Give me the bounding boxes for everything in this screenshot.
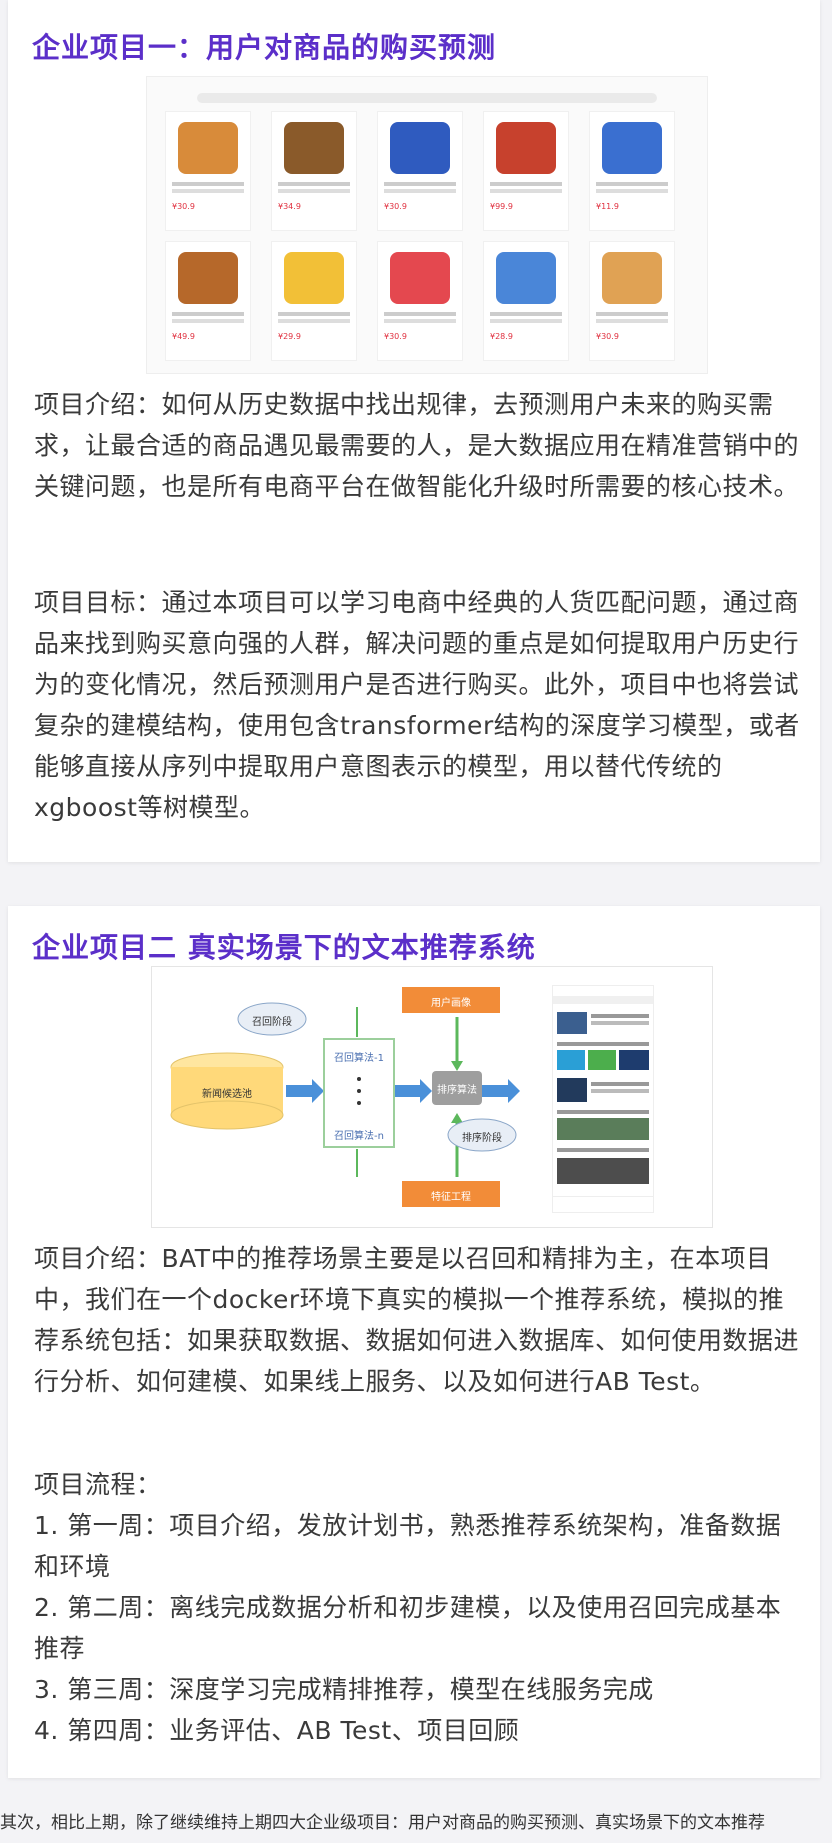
product-image: [178, 122, 238, 174]
news-text-2: [557, 1042, 649, 1046]
product-price: ¥30.9: [172, 202, 195, 211]
project-two-intro: 项目介绍：BAT中的推荐场景主要是以召回和精排为主，在本项目中，我们在一个doc…: [34, 1244, 800, 1396]
product-price: ¥30.9: [596, 332, 619, 341]
flow-step-3: 3. 第三周：深度学习完成精排推荐，模型在线服务完成: [34, 1675, 654, 1704]
product-image: [496, 252, 556, 304]
news-thumb-2: [557, 1050, 585, 1070]
product-card: ¥49.9: [165, 241, 251, 361]
rank-stage-label: 排序阶段: [462, 1133, 502, 1144]
rank-algo-label: 排序算法: [437, 1085, 477, 1096]
project-one-intro: 项目介绍：如何从历史数据中找出规律，去预测用户未来的购买需求，让最合适的商品遇见…: [34, 390, 800, 501]
news-thumb-4: [619, 1050, 649, 1070]
recommendation-system-diagram: 用户画像 召回阶段 新闻候选池 召回算法-1 召回算法-n 排序算法 排序阶段 …: [151, 966, 713, 1228]
project-one-goal: 项目目标：通过本项目可以学习电商中经典的人货匹配问题，通过商品来找到购买意向强的…: [34, 588, 800, 822]
project-two-card: 企业项目二 真实场景下的文本推荐系统 用户画像 召回阶段 新闻候选池 召回算法-…: [8, 906, 820, 1778]
phone-tab-bar: [553, 996, 653, 1004]
product-price: ¥29.9: [278, 332, 301, 341]
product-price: ¥34.9: [278, 202, 301, 211]
product-card: ¥99.9: [483, 111, 569, 231]
product-card: ¥30.9: [377, 241, 463, 361]
product-caption: [384, 312, 456, 316]
news-thumb-6: [557, 1118, 649, 1140]
product-card: ¥30.9: [165, 111, 251, 231]
product-caption: [490, 312, 562, 316]
news-pool-label: 新闻候选池: [202, 1089, 252, 1100]
product-card: ¥34.9: [271, 111, 357, 231]
product-image: [602, 252, 662, 304]
news-thumb-1: [557, 1012, 587, 1034]
product-image: [284, 252, 344, 304]
product-image: [390, 252, 450, 304]
product-caption: [384, 182, 456, 186]
product-caption: [278, 312, 350, 316]
product-card: ¥30.9: [589, 241, 675, 361]
product-price: ¥99.9: [490, 202, 513, 211]
product-caption: [596, 182, 668, 186]
product-image: [284, 122, 344, 174]
product-caption: [172, 312, 244, 316]
project-one-title: 企业项目一：用户对商品的购买预测: [32, 31, 497, 64]
product-card: ¥29.9: [271, 241, 357, 361]
recall-algo-n-label: 召回算法-n: [334, 1131, 384, 1142]
product-image: [602, 122, 662, 174]
news-thumb-5: [557, 1078, 587, 1102]
product-card: ¥28.9: [483, 241, 569, 361]
flow-step-1: 1. 第一周：项目介绍，发放计划书，熟悉推荐系统架构，准备数据和环境: [34, 1511, 782, 1581]
feature-engineering-label: 特征工程: [431, 1192, 471, 1203]
news-text-4: [557, 1110, 649, 1114]
phone-mockup: [552, 985, 654, 1213]
product-caption: [278, 182, 350, 186]
product-card: ¥11.9: [589, 111, 675, 231]
project-two-title: 企业项目二 真实场景下的文本推荐系统: [32, 931, 536, 964]
shop-header-bar: [197, 93, 657, 103]
product-caption: [172, 182, 244, 186]
product-grid-image: ¥30.9 ¥34.9 ¥30.9 ¥99.9 ¥11.9 ¥49.9 ¥29.9 ¥30.9…: [146, 76, 708, 374]
product-image: [178, 252, 238, 304]
news-text-5: [557, 1148, 649, 1152]
news-text-1: [591, 1014, 649, 1018]
product-price: ¥28.9: [490, 332, 513, 341]
product-image: [390, 122, 450, 174]
recall-stage-label: 召回阶段: [252, 1017, 292, 1028]
product-caption: [596, 312, 668, 316]
product-card: ¥30.9: [377, 111, 463, 231]
page-caption: 其次，相比上期，除了继续维持上期四大企业级项目：用户对商品的购买预测、真实场景下…: [0, 1813, 765, 1833]
recall-algo-1-label: 召回算法-1: [334, 1053, 384, 1064]
product-price: ¥11.9: [596, 202, 619, 211]
project-flow-title: 项目流程：: [34, 1470, 162, 1499]
news-thumb-3: [588, 1050, 616, 1070]
product-image: [496, 122, 556, 174]
product-price: ¥30.9: [384, 332, 407, 341]
news-thumb-7: [557, 1158, 649, 1184]
flow-step-4: 4. 第四周：业务评估、AB Test、项目回顾: [34, 1716, 520, 1745]
news-text-3: [591, 1082, 649, 1086]
product-price: ¥49.9: [172, 332, 195, 341]
product-caption: [490, 182, 562, 186]
product-price: ¥30.9: [384, 202, 407, 211]
flow-step-2: 2. 第二周：离线完成数据分析和初步建模，以及使用召回完成基本推荐: [34, 1593, 782, 1663]
phone-bottom-nav: [553, 1196, 653, 1211]
project-one-card: 企业项目一：用户对商品的购买预测 ¥30.9 ¥34.9 ¥30.9 ¥99.9 ¥11…: [8, 0, 820, 862]
user-profile-label: 用户画像: [431, 998, 471, 1009]
